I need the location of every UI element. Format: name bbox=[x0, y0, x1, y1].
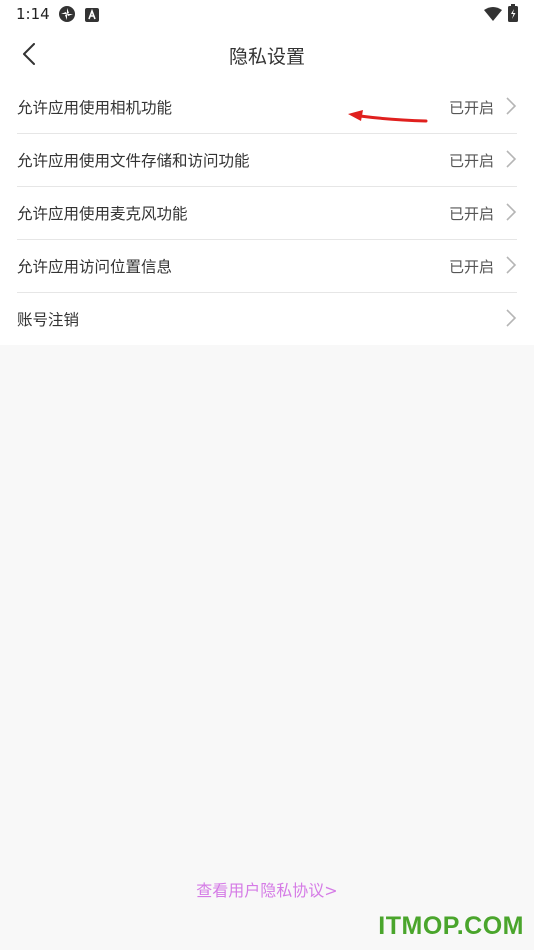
header-bar: 隐私设置 bbox=[0, 28, 534, 80]
setting-row-location[interactable]: 允许应用访问位置信息 已开启 bbox=[0, 239, 534, 292]
setting-row-camera[interactable]: 允许应用使用相机功能 已开启 bbox=[0, 80, 534, 133]
page-title: 隐私设置 bbox=[228, 46, 305, 68]
privacy-agreement-link[interactable]: 查看用户隐私协议> bbox=[0, 877, 534, 901]
setting-status: 已开启 bbox=[448, 152, 494, 170]
setting-row-storage[interactable]: 允许应用使用文件存储和访问功能 已开启 bbox=[0, 133, 534, 186]
setting-row-microphone[interactable]: 允许应用使用麦克风功能 已开启 bbox=[0, 186, 534, 239]
status-time: 1:14 bbox=[16, 5, 50, 23]
setting-status: 已开启 bbox=[448, 205, 494, 223]
settings-list: 允许应用使用相机功能 已开启 允许应用使用文件存储和访问功能 已开启 允许应用使… bbox=[0, 80, 534, 345]
chevron-right-icon bbox=[506, 309, 517, 327]
setting-label: 允许应用使用文件存储和访问功能 bbox=[17, 152, 250, 170]
annotation-arrow-icon bbox=[348, 110, 428, 123]
setting-status: 已开启 bbox=[448, 258, 494, 276]
chevron-right-icon bbox=[506, 203, 517, 221]
chevron-right-icon bbox=[506, 97, 517, 115]
battery-icon bbox=[508, 4, 518, 26]
setting-label: 允许应用使用相机功能 bbox=[17, 99, 173, 117]
pinwheel-icon bbox=[58, 5, 76, 27]
watermark-logo: ITMOP.COM bbox=[378, 912, 524, 940]
setting-status: 已开启 bbox=[448, 99, 494, 117]
wifi-icon bbox=[484, 6, 502, 25]
setting-label: 允许应用访问位置信息 bbox=[17, 258, 173, 276]
status-bar: 1:14 bbox=[0, 0, 534, 28]
a-badge-icon bbox=[85, 7, 99, 26]
chevron-right-icon bbox=[506, 256, 517, 274]
chevron-right-icon bbox=[506, 150, 517, 168]
setting-label: 允许应用使用麦克风功能 bbox=[17, 205, 188, 223]
setting-row-account-deletion[interactable]: 账号注销 bbox=[0, 292, 534, 345]
setting-label: 账号注销 bbox=[17, 311, 80, 329]
